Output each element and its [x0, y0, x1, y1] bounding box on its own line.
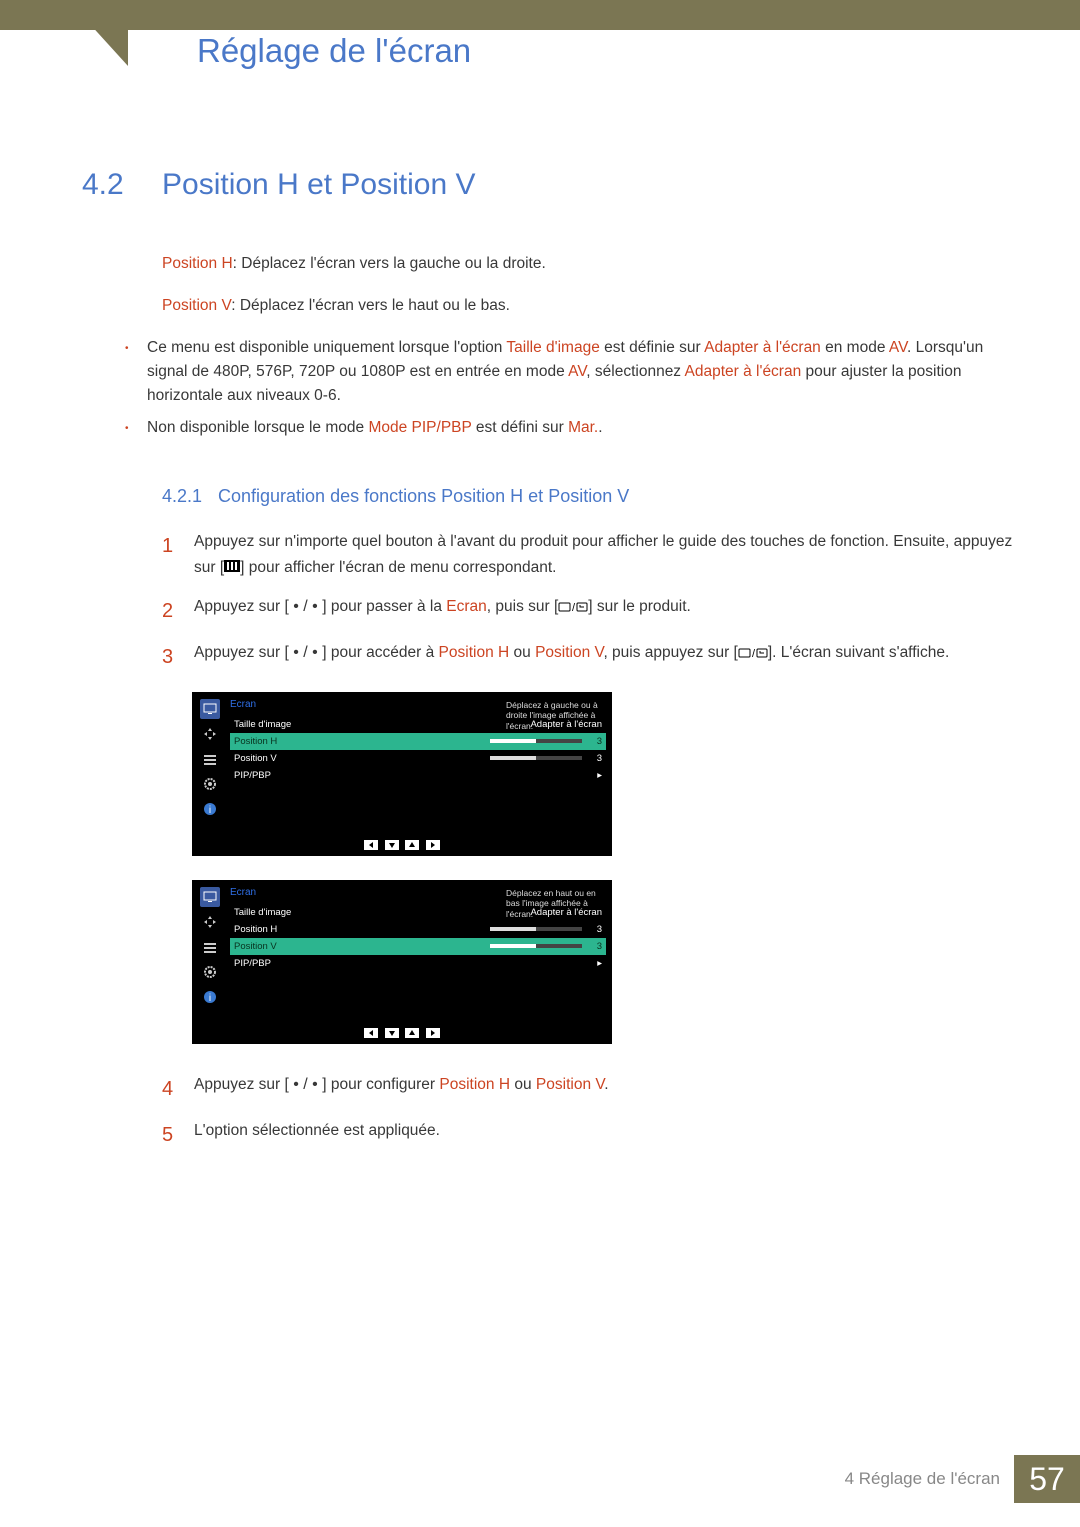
position-v-desc: Position V: Déplacez l'écran vers le hau… — [162, 294, 1014, 318]
dot-slash-dot-icon: • / • — [289, 645, 322, 661]
position-icon — [200, 912, 220, 932]
note-list: Ce menu est disponible uniquement lorsqu… — [147, 336, 1014, 440]
osd-row-position-h: Position H3 — [230, 733, 606, 750]
osd-row-pip-pbp: PIP/PBP▸ — [230, 767, 606, 784]
step-2: 2 Appuyez sur [ • / • ] pour passer à la… — [162, 594, 1014, 628]
step-3: 3 Appuyez sur [ • / • ] pour accéder à P… — [162, 640, 1014, 674]
list-icon — [200, 749, 220, 769]
osd-position-v: Déplacez en haut ou en bas l'image affic… — [192, 880, 612, 1044]
nav-down-icon — [385, 840, 399, 850]
osd-row-pip-pbp: PIP/PBP▸ — [230, 955, 606, 972]
nav-right-icon — [426, 1028, 440, 1038]
chapter-tab-triangle — [68, 0, 128, 66]
osd-row-position-v: Position V3 — [230, 938, 606, 955]
nav-down-icon — [385, 1028, 399, 1038]
nav-right-icon — [426, 840, 440, 850]
step-1: 1 Appuyez sur n'importe quel bouton à l'… — [162, 529, 1014, 582]
position-h-label: Position H — [162, 255, 233, 272]
osd-position-h: Déplacez à gauche ou à droite l'image af… — [192, 692, 612, 856]
step-5: 5 L'option sélectionnée est appliquée. — [162, 1118, 1014, 1152]
position-v-label: Position V — [162, 297, 231, 314]
enter-return-icon: / — [558, 598, 588, 615]
nav-left-icon — [364, 840, 378, 850]
osd-nav-bar — [192, 1025, 612, 1044]
enter-return-icon: / — [738, 644, 768, 661]
list-icon — [200, 937, 220, 957]
note-item-2: Non disponible lorsque le mode Mode PIP/… — [147, 416, 1014, 440]
nav-left-icon — [364, 1028, 378, 1038]
gear-icon — [200, 774, 220, 794]
section-number: 4.2 — [82, 168, 162, 202]
osd-row-position-v: Position V3 — [230, 750, 606, 767]
footer-chapter-ref: 4 Réglage de l'écran — [845, 1469, 1000, 1489]
steps-list: 1 Appuyez sur n'importe quel bouton à l'… — [162, 529, 1014, 674]
osd-row-position-h: Position H3 — [230, 921, 606, 938]
subsection-number: 4.2.1 — [162, 486, 218, 507]
section-heading: 4.2 Position H et Position V — [82, 168, 1014, 202]
dot-slash-dot-icon: • / • — [289, 599, 322, 615]
info-icon: i — [200, 987, 220, 1007]
chapter-title: Réglage de l'écran — [197, 32, 471, 70]
svg-text:/: / — [752, 648, 756, 659]
menu-icon — [224, 560, 240, 572]
svg-text:i: i — [209, 805, 211, 816]
position-icon — [200, 724, 220, 744]
osd-category-icons: i — [192, 885, 228, 1007]
osd-category-icons: i — [192, 697, 228, 819]
subsection-heading: 4.2.1 Configuration des fonctions Positi… — [162, 486, 1014, 507]
page-content: 4.2 Position H et Position V Position H:… — [82, 168, 1014, 1164]
svg-text:i: i — [209, 993, 211, 1004]
svg-text:/: / — [572, 602, 576, 613]
display-icon — [200, 887, 220, 907]
info-icon: i — [200, 799, 220, 819]
osd-help-text: Déplacez à gauche ou à droite l'image af… — [506, 700, 606, 732]
page-footer: 4 Réglage de l'écran 57 — [845, 1455, 1080, 1503]
gear-icon — [200, 962, 220, 982]
page-number: 57 — [1014, 1455, 1080, 1503]
subsection-title: Configuration des fonctions Position H e… — [218, 486, 629, 507]
dot-slash-dot-icon: • / • — [289, 1077, 322, 1093]
section-title: Position H et Position V — [162, 168, 476, 202]
position-h-desc: Position H: Déplacez l'écran vers la gau… — [162, 252, 1014, 276]
display-icon — [200, 699, 220, 719]
osd-help-text: Déplacez en haut ou en bas l'image affic… — [506, 888, 606, 920]
osd-nav-bar — [192, 837, 612, 856]
nav-up-icon — [405, 840, 419, 850]
nav-up-icon — [405, 1028, 419, 1038]
step-4: 4 Appuyez sur [ • / • ] pour configurer … — [162, 1072, 1014, 1106]
osd-screenshots: Déplacez à gauche ou à droite l'image af… — [192, 692, 1014, 1044]
steps-list-cont: 4 Appuyez sur [ • / • ] pour configurer … — [162, 1072, 1014, 1152]
note-item-1: Ce menu est disponible uniquement lorsqu… — [147, 336, 1014, 408]
top-banner — [0, 0, 1080, 30]
